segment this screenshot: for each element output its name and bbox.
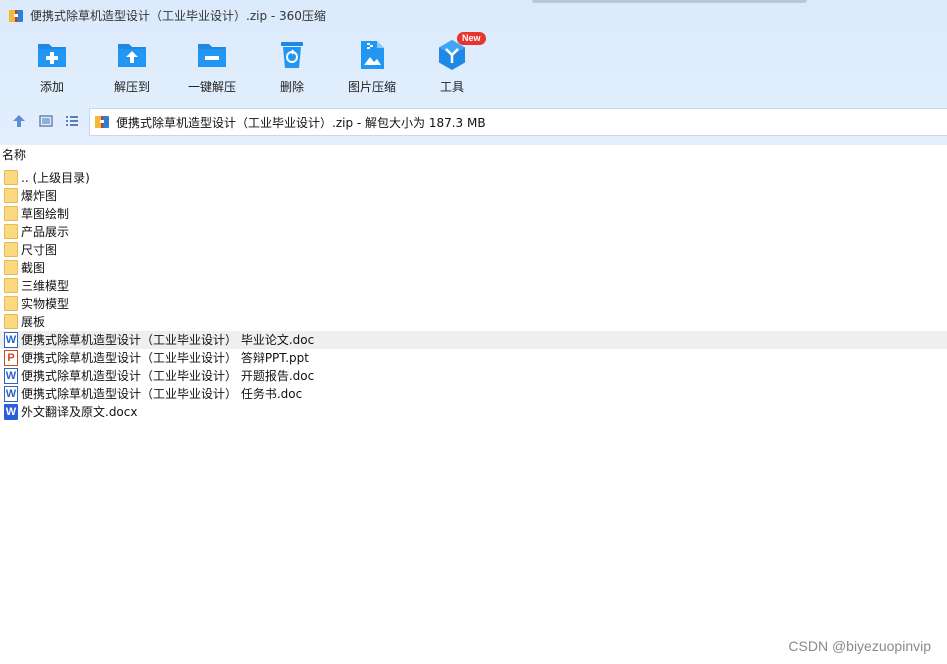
folder-icon [4, 314, 18, 330]
archive-icon [95, 116, 109, 128]
doc-file-icon: W [4, 386, 18, 402]
file-row[interactable]: W 便携式除草机造型设计（工业毕业设计） 任务书.doc [0, 385, 947, 403]
docx-file-icon: W [4, 404, 18, 420]
folder-row[interactable]: .. (上级目录) [0, 169, 947, 187]
file-name: 产品展示 [21, 225, 70, 239]
folder-row[interactable]: 草图绘制 [0, 205, 947, 223]
delete-button[interactable]: 删除 [252, 34, 332, 98]
file-name: .. (上级目录) [21, 171, 90, 185]
folder-icon [4, 278, 18, 294]
ppt-file-icon: P [4, 350, 18, 366]
image-compress-button[interactable]: 图片压缩 [332, 34, 412, 98]
new-badge: New [457, 32, 486, 45]
recycle-bin-icon [281, 42, 303, 68]
folder-icon [4, 224, 18, 240]
file-name: 截图 [21, 261, 46, 275]
folder-row[interactable]: 尺寸图 [0, 241, 947, 259]
address-bar[interactable]: 便携式除草机造型设计（工业毕业设计）.zip - 解包大小为 187.3 MB [89, 108, 947, 136]
image-compress-label: 图片压缩 [347, 80, 396, 94]
folder-icon [4, 170, 18, 186]
folder-icon [4, 296, 18, 312]
file-name: 实物模型 [21, 297, 70, 311]
one-click-extract-button[interactable]: 一键解压 [172, 34, 252, 98]
file-name: 便携式除草机造型设计（工业毕业设计） 任务书.doc [21, 387, 303, 401]
image-compress-icon [361, 41, 384, 69]
column-header-name[interactable]: 名称 [0, 146, 947, 164]
file-row[interactable]: W 外文翻译及原文.docx [0, 403, 947, 421]
doc-file-icon: W [4, 368, 18, 384]
add-label: 添加 [39, 80, 64, 94]
file-name: 三维模型 [21, 279, 70, 293]
delete-label: 删除 [279, 80, 304, 94]
folder-row[interactable]: 三维模型 [0, 277, 947, 295]
thumbnail-view-icon[interactable] [38, 113, 54, 129]
address-text: 便携式除草机造型设计（工业毕业设计）.zip - 解包大小为 187.3 MB [116, 115, 486, 130]
file-name: 便携式除草机造型设计（工业毕业设计） 开题报告.doc [21, 369, 315, 383]
folder-row[interactable]: 爆炸图 [0, 187, 947, 205]
toolbar: 添加 解压到 一键解压 删除 图片压缩 New 工具 [0, 32, 947, 100]
extract-to-label: 解压到 [113, 80, 150, 94]
add-folder-icon [38, 44, 66, 67]
top-panel: 便携式除草机造型设计（工业毕业设计）.zip - 360压缩 添加 解压到 一键… [0, 0, 947, 145]
file-name: 外文翻译及原文.docx [21, 405, 138, 419]
window-title: 便携式除草机造型设计（工业毕业设计）.zip - 360压缩 [30, 9, 326, 23]
add-button[interactable]: 添加 [12, 34, 92, 98]
up-arrow-icon[interactable] [11, 113, 27, 129]
file-name: 草图绘制 [21, 207, 70, 221]
tools-label: 工具 [439, 80, 464, 94]
extract-to-button[interactable]: 解压到 [92, 34, 172, 98]
one-click-extract-label: 一键解压 [187, 80, 236, 94]
folder-icon [4, 206, 18, 222]
file-name: 便携式除草机造型设计（工业毕业设计） 答辩PPT.ppt [21, 351, 309, 365]
list-view-icon[interactable] [64, 113, 80, 129]
file-row[interactable]: W 便携式除草机造型设计（工业毕业设计） 毕业论文.doc [0, 331, 947, 349]
folder-row[interactable]: 展板 [0, 313, 947, 331]
watermark: CSDN @biyezuopinvip [788, 638, 931, 654]
file-name: 展板 [21, 315, 46, 329]
tools-button[interactable]: New 工具 [412, 32, 492, 98]
archive-icon [9, 10, 23, 22]
doc-file-icon: W [4, 332, 18, 348]
extract-to-icon [118, 44, 146, 67]
folder-row[interactable]: 实物模型 [0, 295, 947, 313]
one-click-extract-icon [198, 44, 226, 67]
folder-row[interactable]: 截图 [0, 259, 947, 277]
folder-icon [4, 188, 18, 204]
file-row[interactable]: P 便携式除草机造型设计（工业毕业设计） 答辩PPT.ppt [0, 349, 947, 367]
file-name: 爆炸图 [21, 189, 58, 203]
app-window: 便携式除草机造型设计（工业毕业设计）.zip - 360压缩 添加 解压到 一键… [0, 0, 947, 664]
folder-row[interactable]: 产品展示 [0, 223, 947, 241]
folder-icon [4, 260, 18, 276]
file-row[interactable]: W 便携式除草机造型设计（工业毕业设计） 开题报告.doc [0, 367, 947, 385]
folder-icon [4, 242, 18, 258]
title-bar[interactable]: 便携式除草机造型设计（工业毕业设计）.zip - 360压缩 [0, 0, 947, 32]
file-list: .. (上级目录) 爆炸图 草图绘制 产品展示 尺寸图 截图 三维模型 实物模型 展板 W 便携式除… [0, 169, 947, 421]
file-name: 便携式除草机造型设计（工业毕业设计） 毕业论文.doc [21, 333, 315, 347]
file-name: 尺寸图 [21, 243, 58, 257]
